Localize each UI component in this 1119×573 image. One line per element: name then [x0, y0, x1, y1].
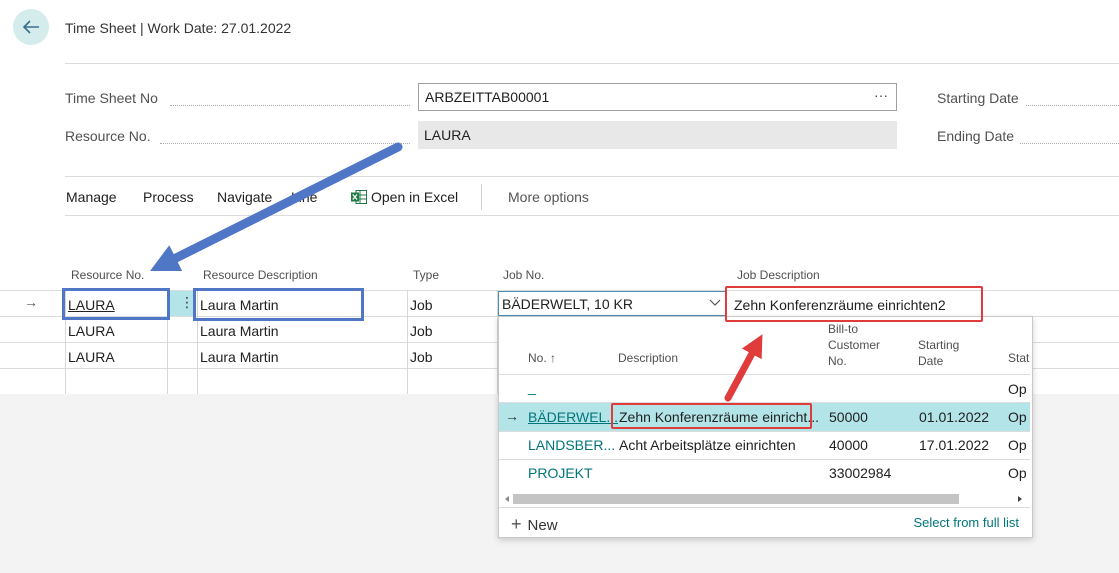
- annotation-arrows: [149, 142, 763, 402]
- red-arrow: [724, 334, 763, 402]
- blue-arrow: [149, 142, 403, 272]
